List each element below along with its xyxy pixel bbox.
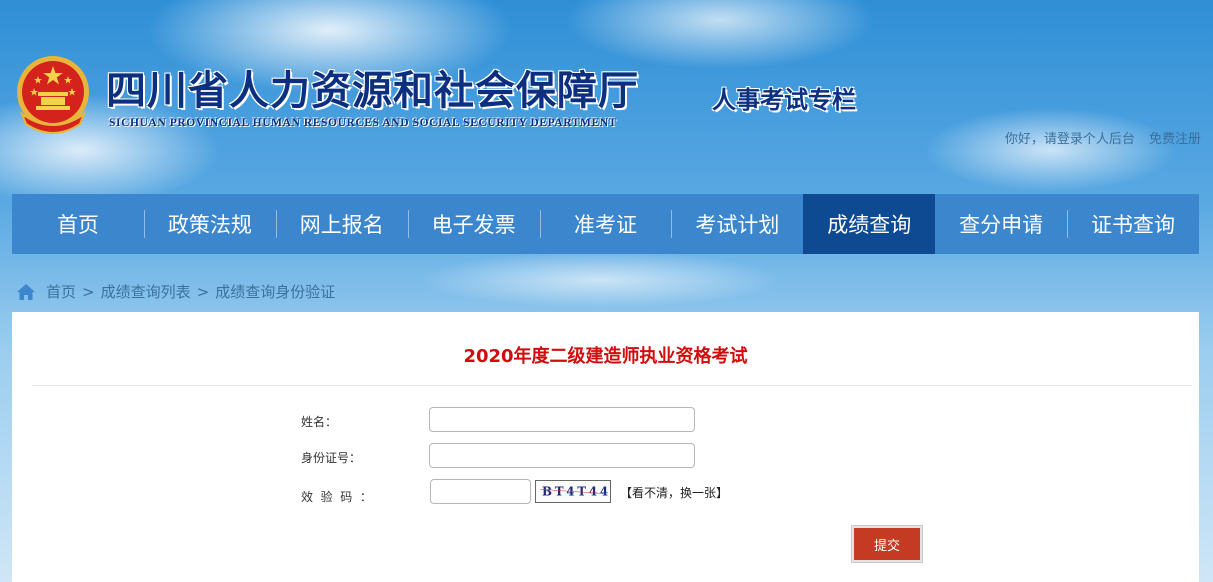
nav-item-exam-plan[interactable]: 考试计划 xyxy=(671,194,803,254)
nav-item-admission-ticket[interactable]: 准考证 xyxy=(539,194,672,254)
page: 四川省人力资源和社会保障厅 SICHUAN PROVINCIAL HUMAN R… xyxy=(0,0,1213,582)
site-subtitle: SICHUAN PROVINCIAL HUMAN RESOURCES AND S… xyxy=(109,117,617,129)
name-label: 姓名： xyxy=(301,415,338,429)
breadcrumb-identity-verification[interactable]: 成绩查询身份验证 xyxy=(215,281,335,302)
nav-item-certificate-query[interactable]: 证书查询 xyxy=(1067,194,1199,254)
site-title: 四川省人力资源和社会保障厅 xyxy=(106,67,639,114)
nav-item-score-query[interactable]: 成绩查询 xyxy=(803,194,936,254)
breadcrumb: 首页 > 成绩查询列表 > 成绩查询身份验证 xyxy=(16,281,335,302)
login-link[interactable]: 你好，请登录个人后台 xyxy=(1005,132,1135,147)
nav-item-score-review[interactable]: 查分申请 xyxy=(935,194,1067,254)
captcha-label: 效 验 码 ： xyxy=(301,490,372,504)
id-number-input[interactable] xyxy=(429,443,695,468)
captcha-refresh-link[interactable]: 【看不清，换一张】 xyxy=(620,484,728,501)
nav-item-policy[interactable]: 政策法规 xyxy=(143,194,276,254)
user-links: 你好，请登录个人后台 免费注册 xyxy=(1005,128,1201,147)
divider xyxy=(32,385,1192,386)
home-icon xyxy=(17,283,35,300)
submit-button[interactable]: 提交 xyxy=(852,526,922,562)
breadcrumb-home[interactable]: 首页 xyxy=(46,281,76,302)
captcha-image[interactable]: BT4T44 xyxy=(535,480,611,503)
nav-item-online-registration[interactable]: 网上报名 xyxy=(275,194,408,254)
register-link[interactable]: 免费注册 xyxy=(1149,132,1201,147)
content-panel: 2020年度二级建造师执业资格考试 姓名： 身份证号： 效 验 码 ： BT4T… xyxy=(12,312,1199,582)
breadcrumb-separator: > xyxy=(82,282,95,301)
breadcrumb-score-list[interactable]: 成绩查询列表 xyxy=(101,281,191,302)
nav-item-home[interactable]: 首页 xyxy=(12,194,144,254)
national-emblem-icon xyxy=(17,56,89,134)
column-tag: 人事考试专栏 xyxy=(712,85,856,114)
exam-title: 2020年度二级建造师执业资格考试 xyxy=(463,346,748,367)
id-number-label: 身份证号： xyxy=(301,451,362,465)
main-nav: 首页 政策法规 网上报名 电子发票 准考证 考试计划 成绩查询 查分申请 证书查… xyxy=(12,194,1199,254)
breadcrumb-separator: > xyxy=(196,282,210,301)
nav-item-e-invoice[interactable]: 电子发票 xyxy=(407,194,540,254)
name-input[interactable] xyxy=(429,407,695,432)
captcha-input[interactable] xyxy=(430,479,531,504)
